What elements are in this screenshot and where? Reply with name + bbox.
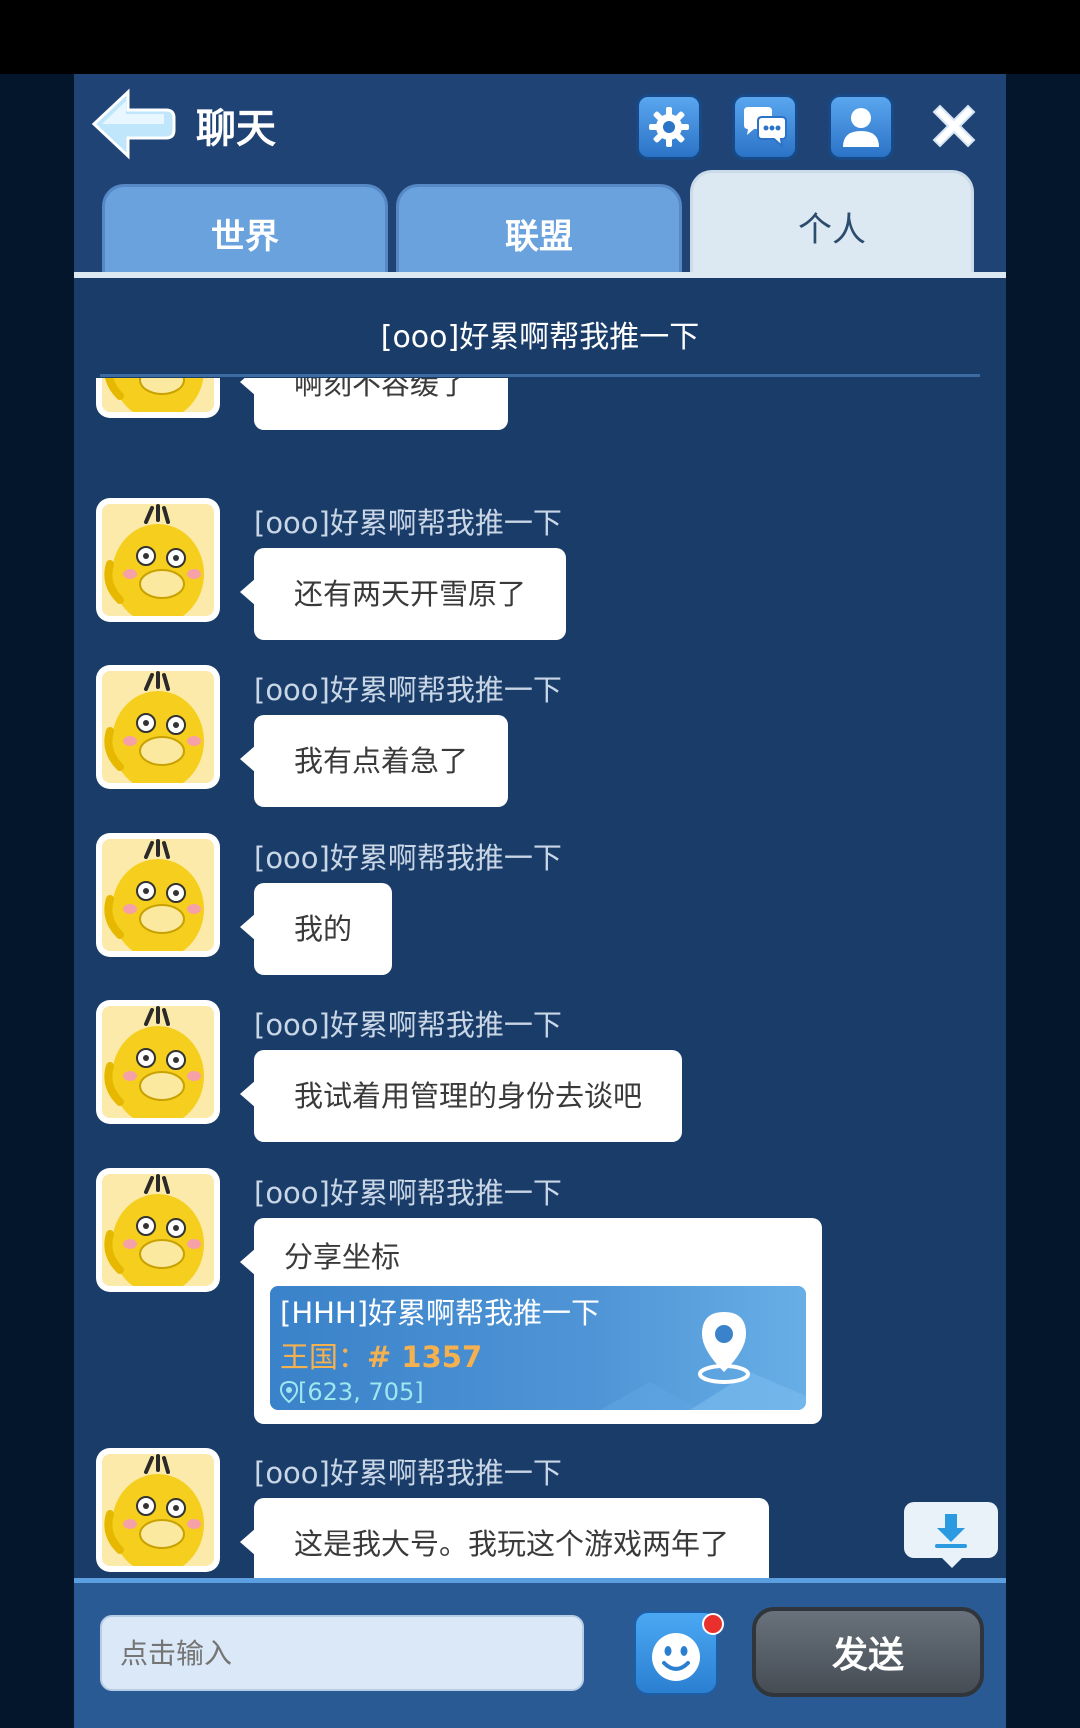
- send-button[interactable]: 发送: [752, 1607, 984, 1697]
- sender-name: [ooo]好累啊帮我推一下: [254, 1176, 562, 1210]
- tab-personal[interactable]: 个人: [690, 170, 974, 280]
- settings-button[interactable]: [636, 94, 702, 160]
- gear-icon: [649, 107, 689, 147]
- location-owner: [HHH]好累啊帮我推一下: [280, 1296, 601, 1330]
- duck-avatar-icon: [104, 504, 204, 616]
- profile-button[interactable]: [828, 94, 894, 160]
- sender-name: [ooo]好累啊帮我推一下: [254, 506, 562, 540]
- person-icon: [843, 108, 879, 147]
- message-list[interactable]: 啊刻不容缓了 [ooo]好累啊帮我推一下 还有两天开雪原了 [ooo]好累啊帮我…: [74, 378, 1006, 1578]
- notification-dot: [702, 1613, 724, 1635]
- header: 聊天 世界 联盟 个人: [74, 74, 1006, 280]
- avatar[interactable]: [96, 1448, 220, 1572]
- coordinates: [623, 705]: [279, 1378, 424, 1406]
- chat-channels-button[interactable]: [732, 94, 798, 160]
- duck-avatar-icon: [104, 839, 204, 951]
- map-pin-icon[interactable]: [694, 1308, 754, 1386]
- duck-avatar-icon: [104, 1454, 204, 1566]
- chat-bubbles-icon: [744, 107, 787, 149]
- share-coordinates-bubble[interactable]: 分享坐标 [HHH]好累啊帮我推一下 王国：# 1357 [623, 705]: [240, 1218, 822, 1424]
- avatar[interactable]: [96, 1168, 220, 1292]
- sender-name: [ooo]好累啊帮我推一下: [254, 673, 562, 707]
- chat-panel: 聊天 世界 联盟 个人 [ooo]好累啊帮我推一下 啊刻不容缓了 [ooo]好累…: [74, 74, 1006, 1728]
- tab-alliance[interactable]: 联盟: [396, 184, 682, 280]
- close-button[interactable]: [924, 96, 984, 156]
- message-bubble[interactable]: 啊刻不容缓了: [239, 378, 509, 430]
- conversation-title: [ooo]好累啊帮我推一下: [380, 320, 700, 355]
- avatar[interactable]: [96, 498, 220, 622]
- sender-name: [ooo]好累啊帮我推一下: [254, 841, 562, 875]
- back-arrow-icon: [91, 88, 176, 160]
- input-bar: 发送: [74, 1578, 1006, 1728]
- avatar[interactable]: [96, 1000, 220, 1124]
- conversation-header: [ooo]好累啊帮我推一下: [74, 278, 1006, 386]
- location-card[interactable]: [HHH]好累啊帮我推一下 王国：# 1357 [623, 705]: [270, 1286, 806, 1410]
- download-arrow-icon: [935, 1514, 967, 1548]
- message-bubble[interactable]: 还有两天开雪原了: [239, 548, 567, 640]
- duck-avatar-icon: [104, 1006, 204, 1118]
- small-pin-icon: [279, 1380, 299, 1404]
- avatar[interactable]: [96, 665, 220, 789]
- message-input[interactable]: [100, 1615, 584, 1691]
- kingdom-label: 王国：: [280, 1340, 368, 1374]
- duck-avatar-icon: [104, 671, 204, 783]
- duck-avatar-icon: [105, 378, 204, 412]
- message-bubble[interactable]: 我试着用管理的身份去谈吧: [239, 1050, 683, 1142]
- share-label: 分享坐标: [284, 1240, 401, 1274]
- duck-avatar-icon: [104, 1174, 204, 1286]
- scroll-to-bottom-button[interactable]: [904, 1502, 998, 1568]
- page-title: 聊天: [196, 106, 276, 152]
- message-bubble[interactable]: 这是我大号。我玩这个游戏两年了: [239, 1498, 770, 1578]
- back-button[interactable]: [88, 88, 178, 160]
- sender-name: [ooo]好累啊帮我推一下: [254, 1456, 562, 1490]
- kingdom-value: # 1357: [367, 1340, 483, 1374]
- message-bubble[interactable]: 我有点着急了: [239, 715, 509, 807]
- coordinates-value: [623, 705]: [298, 1378, 424, 1406]
- close-icon: [932, 104, 976, 148]
- kingdom-number: 王国：# 1357: [280, 1334, 482, 1376]
- avatar[interactable]: [96, 833, 220, 957]
- tab-world[interactable]: 世界: [102, 184, 388, 280]
- avatar[interactable]: [96, 378, 220, 418]
- message-bubble[interactable]: 我的: [239, 883, 393, 975]
- sender-name: [ooo]好累啊帮我推一下: [254, 1008, 562, 1042]
- divider: [100, 374, 980, 377]
